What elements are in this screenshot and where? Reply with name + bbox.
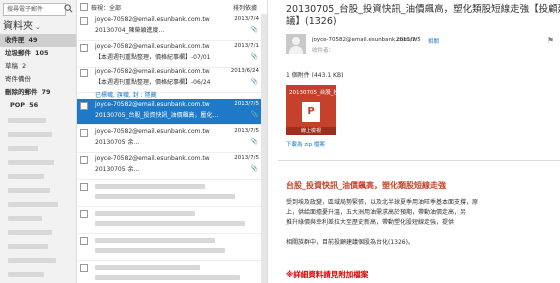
date: 2013/7/5: [234, 128, 259, 134]
list-item[interactable]: joyce-70582@email.esunbank.com.tw 2013/6…: [77, 66, 267, 93]
message-checkbox[interactable]: [80, 129, 88, 137]
subject: 20130705 余...: [95, 139, 140, 146]
download-zip-link[interactable]: 下載為 zip 檔案: [286, 140, 325, 148]
powerpoint-icon: P: [302, 102, 320, 122]
folder-sent[interactable]: 寄件備份: [0, 73, 76, 86]
list-item-selected[interactable]: joyce-70582@email.esunbank.com.tw 2013/7…: [77, 99, 267, 125]
list-item[interactable]: joyce-70582@email.esunbank.com.tw 2013/7…: [77, 41, 267, 68]
folders-header[interactable]: 資料夾 ⌄: [3, 17, 41, 32]
list-item[interactable]: joyce-70582@email.esunbank.com.tw 2013/7…: [77, 14, 267, 41]
sender: joyce-70582@email.esunbank.com.tw: [95, 128, 210, 135]
chevron-down-icon: ⌄: [35, 23, 41, 31]
message-title: 20130705_台股_投資快訊_油價飆高，塑化類股短線走強【投顧建議】(132…: [286, 4, 560, 27]
blurred-folder: [8, 272, 44, 277]
sender: joyce-70582@email.esunbank.com.tw: [95, 155, 210, 162]
divider: [278, 160, 560, 161]
attachment-tile[interactable]: 20130705_台股_投... P 線上檢視: [286, 85, 344, 135]
message-checkbox[interactable]: [80, 156, 88, 164]
blurred-folder: [8, 216, 42, 221]
blurred-folder: [8, 132, 52, 137]
search-input[interactable]: 搜尋電子郵件: [3, 3, 66, 16]
subject: 【本週週刊重點整理，價格紀事欄】-07/01: [95, 54, 211, 61]
folder-pane: 搜尋電子郵件 資料夾 ⌄ 收件匣 49 垃圾郵件 105 草稿 2 寄件備份 刪除的郵件…: [0, 0, 77, 283]
recipient-label: 收件者：: [312, 48, 335, 54]
view-filter[interactable]: 檢視：全部: [91, 3, 121, 12]
blurred-folder: [8, 230, 52, 235]
message-checkbox[interactable]: [80, 44, 88, 52]
search-icon[interactable]: [64, 4, 73, 13]
body-text: 推升綠價與幸利差拉大至歷史新高，帶動塑化股短線走強，提供: [286, 219, 455, 226]
blurred-folder: [8, 258, 56, 263]
select-all-checkbox[interactable]: [80, 3, 88, 11]
body-text: 受到埃及政變，區域局勢緊張，以及北半球夏季用油旺季基本面支撐，原: [286, 199, 479, 206]
paperclip-icon: 📎: [250, 111, 258, 118]
message-checkbox[interactable]: [80, 183, 88, 191]
paperclip-icon: 📎: [250, 165, 258, 172]
blurred-folder: [8, 174, 44, 179]
folder-deleted[interactable]: 刪除的郵件 79: [0, 86, 76, 99]
sender: joyce-70582@email.esunbank.com.tw: [95, 68, 210, 75]
blurred-folder: [8, 118, 46, 123]
sender: joyce-70582@email.esunbank.com.tw: [95, 43, 210, 50]
subject: 20130705 余...: [95, 166, 140, 173]
paperclip-icon: 📎: [250, 26, 258, 33]
sender: joyce-70582@email.esunbank.com.tw: [95, 101, 210, 108]
message-date: 2013/7/5: [396, 37, 421, 43]
folder-pop[interactable]: POP 56: [0, 99, 76, 112]
body-text: 上，供給面擔憂升溫，五大洲用油需求高於預期，帶動油價走高，另: [286, 209, 467, 216]
related-link[interactable]: 相關: [428, 37, 439, 45]
reading-pane: 20130705_台股_投資快訊_油價飆高，塑化類股短線走強【投顧建議】(132…: [268, 0, 560, 283]
message-checkbox[interactable]: [80, 210, 88, 218]
attachment-name: 20130705_台股_投...: [289, 90, 345, 96]
avatar: [286, 34, 306, 54]
view-online-button[interactable]: 線上檢視: [286, 127, 336, 135]
date: 2013/7/1: [234, 43, 259, 49]
blurred-folder: [8, 188, 50, 193]
subject: 20130704_陳榮穎進度...: [95, 27, 165, 34]
list-item[interactable]: [77, 207, 267, 234]
message-checkbox[interactable]: [80, 17, 88, 25]
message-list: 檢視：全部 排列依據 joyce-70582@email.esunbank.co…: [77, 0, 268, 283]
message-checkbox[interactable]: [80, 69, 88, 77]
list-item[interactable]: [77, 261, 267, 283]
date: 2013/7/5: [234, 155, 259, 161]
paperclip-icon: 📎: [250, 78, 258, 85]
attachment-note: ※詳細資料請見附加檔案: [286, 270, 369, 279]
folder-inbox[interactable]: 收件匣 49: [0, 34, 76, 47]
message-checkbox[interactable]: [80, 102, 88, 110]
list-item[interactable]: joyce-70582@email.esunbank.com.tw 2013/7…: [77, 126, 267, 153]
subject: 【本週週刊重點整理，價格紀事欄】-06/24: [95, 79, 211, 86]
list-item[interactable]: [77, 234, 267, 261]
paperclip-icon: 📎: [250, 138, 258, 145]
folder-junk[interactable]: 垃圾郵件 105: [0, 47, 76, 60]
list-item[interactable]: joyce-70582@email.esunbank.com.tw 2013/7…: [77, 153, 267, 180]
paperclip-icon: 📎: [250, 53, 258, 60]
attachment-summary: 1 個附件 (443.1 KB): [286, 72, 344, 79]
list-scrollbar[interactable]: [261, 14, 267, 283]
body-headline: 台股_投資快訊_油價飆高，塑化類股短線走強: [286, 181, 446, 190]
folder-drafts[interactable]: 草稿 2: [0, 60, 76, 73]
blurred-folder: [8, 244, 48, 249]
date: 2013/7/4: [234, 16, 259, 22]
folder-separator[interactable]: 已標幟, 旗幟, 封 : 隱藏: [95, 90, 156, 99]
body-text: 相關族群中，目前投顧建議個股為台化(1326)。: [286, 239, 414, 246]
subject: 20130705_台股_投資快訊_油價飆高，壓化...: [95, 112, 219, 119]
sender: joyce-70582@email.esunbank.com.tw: [95, 16, 210, 23]
list-toolbar: 檢視：全部 排列依據: [77, 3, 267, 13]
message-checkbox[interactable]: [80, 264, 88, 272]
date: 2013/7/5: [234, 101, 259, 107]
blurred-folder: [8, 202, 58, 207]
flag-icon[interactable]: ⚑: [547, 36, 554, 45]
date: 2013/6/24: [230, 68, 259, 74]
blurred-folder: [8, 146, 38, 151]
sort-dropdown[interactable]: 排列依據: [233, 3, 257, 12]
blurred-folder: [8, 160, 54, 165]
list-item[interactable]: [77, 180, 267, 207]
message-checkbox[interactable]: [80, 237, 88, 245]
